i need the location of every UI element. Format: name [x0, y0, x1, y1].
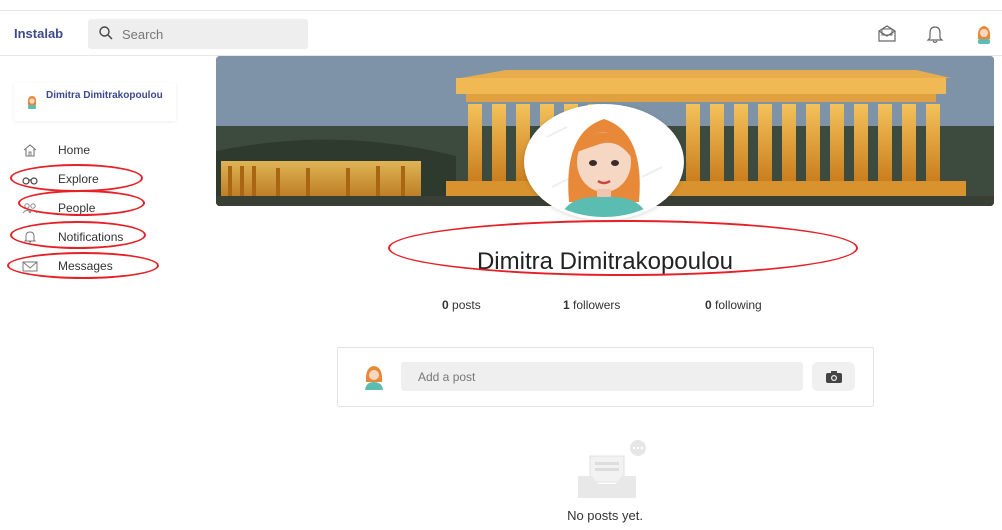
sidebar-item-label: Messages — [58, 259, 113, 273]
stat-label: following — [715, 298, 762, 312]
top-navbar: Instalab — [0, 10, 1002, 56]
search-box[interactable] — [88, 19, 308, 49]
brand-logo[interactable]: Instalab — [14, 26, 63, 41]
search-icon — [99, 26, 113, 40]
avatar-illustration — [527, 107, 681, 217]
stat-followers[interactable]: 1 followers — [563, 298, 620, 312]
sidebar-item-label: People — [58, 201, 96, 215]
bell-icon[interactable] — [924, 23, 946, 45]
binoculars-icon — [22, 177, 38, 185]
stat-label: posts — [452, 298, 481, 312]
sidebar-item-label: Explore — [58, 172, 99, 186]
search-input[interactable] — [122, 24, 297, 44]
stat-following[interactable]: 0 following — [705, 298, 762, 312]
sidebar-user-name: Dimitra Dimitrakopoulou — [46, 90, 163, 101]
empty-inbox-icon — [578, 440, 646, 498]
sidebar-item-people[interactable]: People — [22, 198, 172, 218]
stat-posts[interactable]: 0 posts — [442, 298, 481, 312]
user-avatar-icon — [365, 366, 383, 390]
stat-count: 0 — [442, 298, 449, 312]
sidebar-item-notifications[interactable]: Notifications — [22, 227, 172, 247]
people-icon — [22, 203, 38, 214]
empty-state-text: No posts yet. — [567, 508, 643, 523]
envelope-icon — [22, 261, 38, 272]
mail-icon[interactable] — [876, 23, 898, 45]
home-icon — [23, 144, 37, 157]
stat-label: followers — [573, 298, 621, 312]
sidebar-user-card[interactable]: Dimitra Dimitrakopoulou — [14, 83, 176, 121]
user-avatar-icon[interactable] — [973, 23, 995, 45]
sidebar-item-home[interactable]: Home — [22, 140, 172, 160]
post-input[interactable] — [401, 362, 803, 391]
bell-icon — [23, 231, 37, 243]
camera-icon — [826, 371, 842, 383]
stat-count: 0 — [705, 298, 712, 312]
stat-count: 1 — [563, 298, 570, 312]
sidebar-item-explore[interactable]: Explore — [22, 169, 172, 189]
profile-avatar[interactable] — [524, 104, 684, 220]
post-composer — [337, 347, 874, 407]
sidebar-item-label: Home — [58, 143, 91, 157]
profile-name: Dimitra Dimitrakopoulou — [476, 248, 734, 275]
user-avatar-icon — [27, 96, 37, 109]
sidebar-item-label: Notifications — [58, 230, 124, 244]
camera-button[interactable] — [812, 362, 855, 391]
sidebar-item-messages[interactable]: Messages — [22, 256, 172, 276]
